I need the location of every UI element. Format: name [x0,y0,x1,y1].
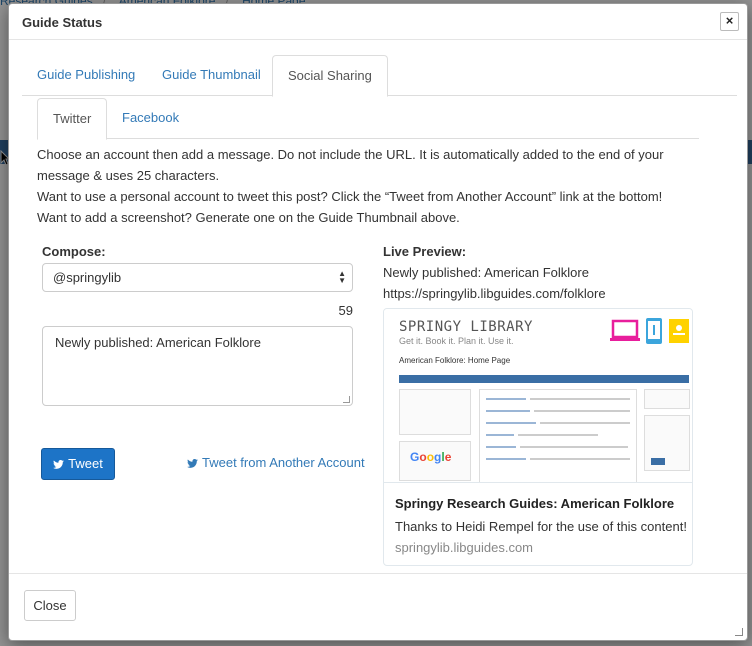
modal-header: Guide Status × [9,4,747,40]
character-count: 59 [338,303,353,318]
twitter-bird-icon [187,459,198,468]
tweet-button-label: Tweet [68,456,103,471]
instruction-line: Choose an account then add a message. Do… [37,147,664,183]
thumbnail-tagline: Get it. Book it. Plan it. Use it. [399,336,514,346]
close-icon[interactable]: × [720,12,739,31]
account-select[interactable]: @springylib ▲ ▼ [42,263,353,292]
tab-guide-thumbnail[interactable]: Guide Thumbnail [147,55,276,96]
twitter-card-preview: SPRINGY LIBRARY Get it. Book it. Plan it… [383,308,693,566]
tab-social-sharing[interactable]: Social Sharing [272,55,388,97]
google-logo: Google [410,450,452,464]
card-domain: springylib.libguides.com [395,540,534,555]
tab-guide-publishing[interactable]: Guide Publishing [22,55,150,96]
modal-resize-grip-icon[interactable] [735,628,743,636]
thumbnail-nav-bar [399,375,689,383]
account-select-value: @springylib [53,270,122,285]
thumbnail-search-panel: Google [399,441,471,481]
preview-url: https://springylib.libguides.com/folklor… [383,286,606,301]
select-arrows-icon: ▲ ▼ [338,269,346,285]
tweet-button[interactable]: Tweet [41,448,115,480]
thumbnail-content-panel [479,389,637,482]
tweet-message-textarea[interactable]: Newly published: American Folklore [42,326,353,406]
main-tabs: Guide Publishing Guide Thumbnail Social … [22,55,737,97]
modal-title: Guide Status [22,15,103,30]
instructions: Choose an account then add a message. Do… [37,144,697,228]
calendar-icon [692,318,693,344]
guide-status-modal: Guide Status × Guide Publishing Guide Th… [8,3,748,641]
social-sub-tabs: Twitter Facebook [37,98,699,140]
twitter-bird-icon [53,460,65,469]
thumbnail-panel [399,389,471,435]
card-description: Thanks to Heidi Rempel for the use of th… [395,519,687,534]
tablet-icon [646,318,662,344]
instruction-line: Want to use a personal account to tweet … [37,189,663,204]
resize-grip-icon[interactable] [343,396,350,403]
laptop-icon [610,319,640,341]
tweet-from-another-account-label: Tweet from Another Account [202,455,365,470]
thumbnail-page-heading: American Folklore: Home Page [399,356,511,365]
sticky-note-icon [669,319,689,343]
tab-facebook[interactable]: Facebook [107,98,194,139]
compose-label: Compose: [42,244,106,259]
modal-footer: Close [9,573,747,640]
instruction-line: Want to add a screenshot? Generate one o… [37,210,460,225]
thumbnail-logo: SPRINGY LIBRARY [399,319,533,335]
thumbnail-side-panel [644,389,690,409]
live-preview-label: Live Preview: [383,244,467,259]
close-button[interactable]: Close [24,590,76,621]
thumbnail-side-panel [644,415,690,471]
tweet-from-another-account-link[interactable]: Tweet from Another Account [187,455,365,470]
tab-twitter[interactable]: Twitter [37,98,108,140]
preview-text: Newly published: American Folklore [383,265,589,280]
card-title: Springy Research Guides: American Folklo… [395,496,675,511]
tweet-message-text: Newly published: American Folklore [55,335,261,350]
guide-thumbnail-image: SPRINGY LIBRARY Get it. Book it. Plan it… [384,309,693,483]
